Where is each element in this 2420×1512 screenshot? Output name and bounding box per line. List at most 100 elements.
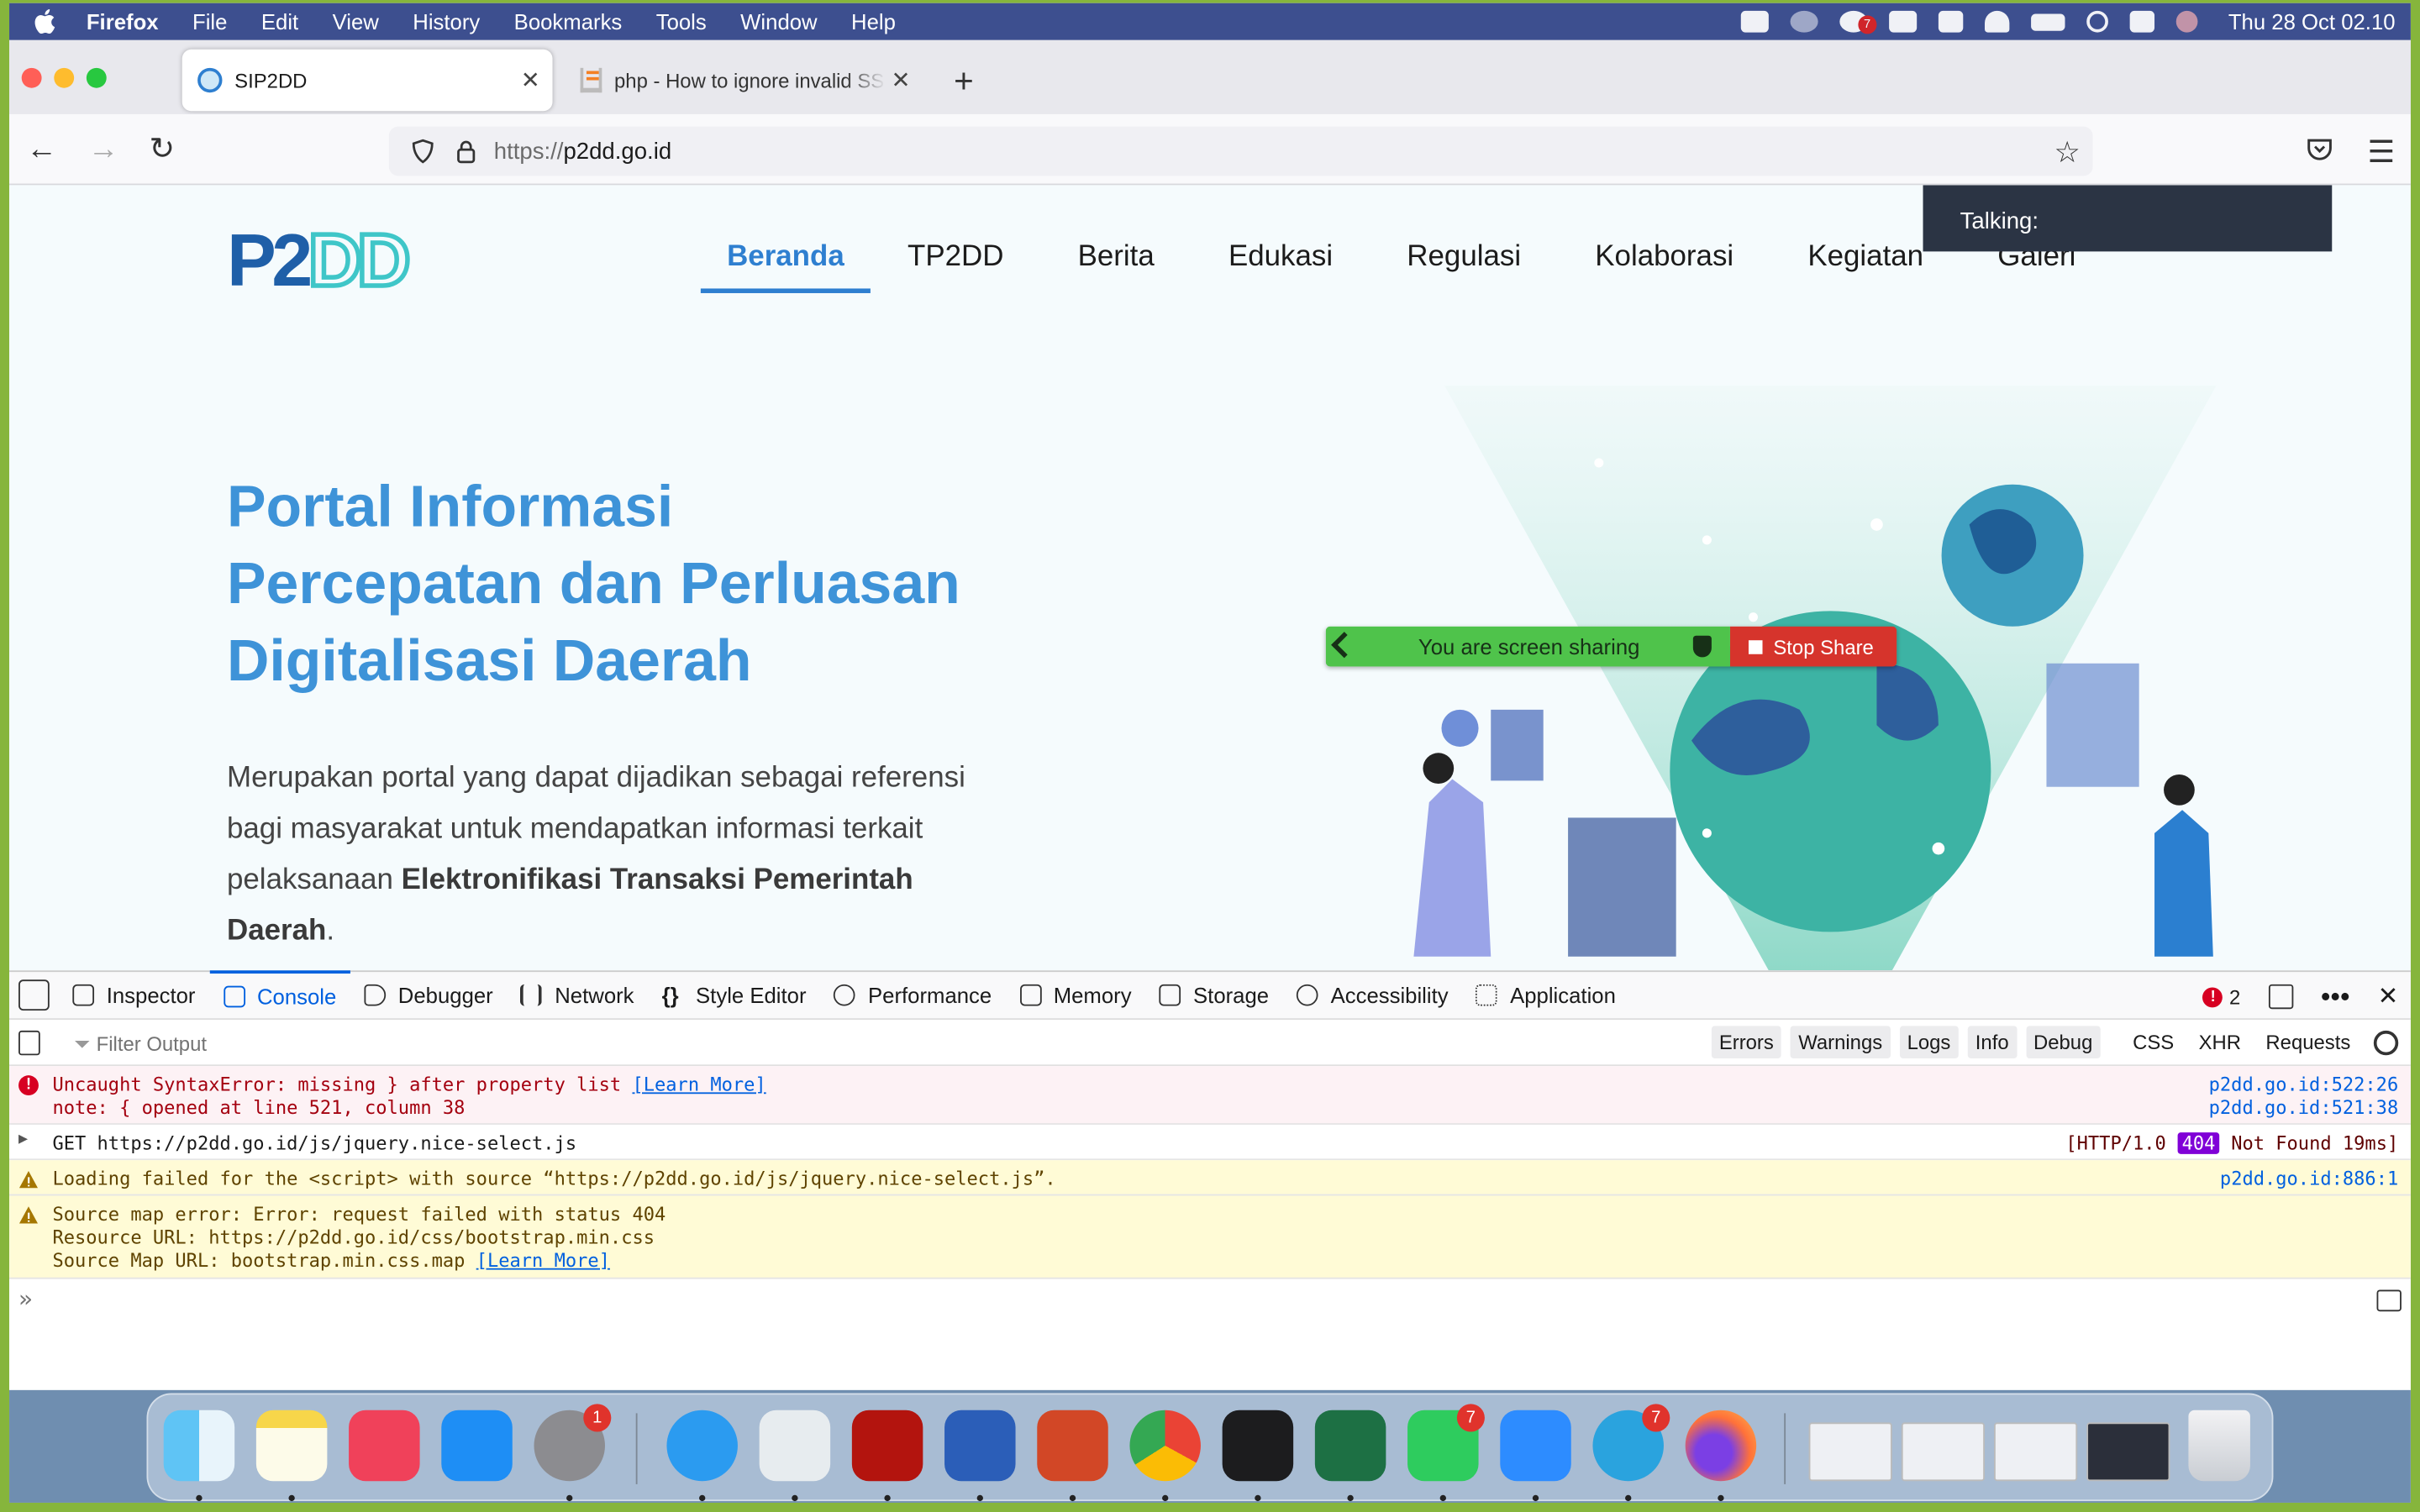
scooter-app-icon[interactable] bbox=[759, 1410, 831, 1482]
stop-share-button[interactable]: Stop Share bbox=[1729, 626, 1897, 667]
learn-more-link[interactable]: [Learn More] bbox=[632, 1074, 765, 1095]
console-settings-gear-icon[interactable] bbox=[2373, 1029, 2399, 1055]
lock-icon[interactable] bbox=[454, 139, 478, 164]
siri-icon[interactable] bbox=[2175, 10, 2198, 33]
terminal-icon[interactable] bbox=[1222, 1410, 1294, 1482]
dock-side-icon[interactable] bbox=[2268, 984, 2293, 1010]
location-1[interactable]: p2dd.go.id:522:26 bbox=[2209, 1074, 2399, 1095]
tab-network[interactable]: Network bbox=[507, 970, 648, 1020]
tab-console[interactable]: Console bbox=[209, 970, 350, 1020]
bookmark-star-icon[interactable]: ☆ bbox=[2054, 136, 2081, 171]
menu-file[interactable]: File bbox=[192, 9, 227, 34]
filter-input[interactable]: ⏷ Filter Output bbox=[74, 1032, 207, 1057]
back-button[interactable]: ← bbox=[24, 133, 58, 166]
minimized-window-thumbnail[interactable] bbox=[1901, 1422, 1985, 1482]
menu-app-name[interactable]: Firefox bbox=[87, 9, 159, 34]
tab-storage[interactable]: Storage bbox=[1145, 970, 1283, 1020]
expand-arrow-icon[interactable]: ▶ bbox=[18, 1131, 39, 1151]
location-2[interactable]: p2dd.go.id:521:38 bbox=[2209, 1097, 2399, 1119]
filter-info[interactable]: Info bbox=[1967, 1026, 2017, 1058]
nav-beranda[interactable]: Beranda bbox=[700, 241, 871, 293]
learn-more-link[interactable]: [Learn More] bbox=[476, 1250, 610, 1272]
volume-icon[interactable] bbox=[1938, 10, 1963, 33]
battery-icon[interactable] bbox=[2030, 13, 2065, 30]
tab-sip2dd[interactable]: SIP2DD ✕ bbox=[182, 49, 553, 112]
tab-debugger[interactable]: Debugger bbox=[350, 970, 507, 1020]
split-console-icon[interactable] bbox=[2376, 1289, 2402, 1312]
reload-button[interactable]: ↻ bbox=[145, 133, 179, 166]
app-menu-icon[interactable]: ☰ bbox=[2367, 133, 2395, 171]
filter-logs[interactable]: Logs bbox=[1899, 1026, 1959, 1058]
menu-edit[interactable]: Edit bbox=[261, 9, 298, 34]
powerpoint-icon[interactable] bbox=[1037, 1410, 1108, 1482]
search-icon[interactable] bbox=[2086, 10, 2108, 33]
tab-memory[interactable]: Memory bbox=[1006, 970, 1145, 1020]
keyboard-icon[interactable] bbox=[1888, 10, 1917, 33]
close-tab-icon[interactable]: ✕ bbox=[521, 66, 540, 94]
menu-bookmarks[interactable]: Bookmarks bbox=[514, 9, 623, 34]
minimize-window-button[interactable] bbox=[54, 67, 75, 88]
element-picker-icon[interactable] bbox=[18, 979, 50, 1011]
tracking-protection-icon[interactable] bbox=[411, 139, 435, 164]
console-message-warning[interactable]: Source map error: Error: request failed … bbox=[9, 1195, 2411, 1279]
tab-stackoverflow[interactable]: php - How to ignore invalid SSL ✕ bbox=[574, 50, 923, 111]
chrome-icon[interactable] bbox=[1129, 1410, 1201, 1482]
tab-inspector[interactable]: Inspector bbox=[59, 970, 209, 1020]
filter-errors[interactable]: Errors bbox=[1711, 1026, 1782, 1058]
finder-icon[interactable] bbox=[163, 1410, 235, 1482]
new-tab-button[interactable]: + bbox=[954, 61, 974, 102]
tab-performance[interactable]: Performance bbox=[820, 970, 1006, 1020]
music-icon[interactable] bbox=[349, 1410, 420, 1482]
nav-kolaborasi[interactable]: Kolaborasi bbox=[1558, 241, 1770, 293]
url-bar[interactable]: https://p2dd.go.id ☆ bbox=[388, 126, 2093, 176]
console-message-error[interactable]: ! Uncaught SyntaxError: missing } after … bbox=[9, 1066, 2411, 1125]
close-tab-icon[interactable]: ✕ bbox=[892, 66, 911, 94]
filter-xhr[interactable]: XHR bbox=[2191, 1026, 2249, 1058]
word-icon[interactable] bbox=[944, 1410, 1016, 1482]
tab-style-editor[interactable]: {} Style Editor bbox=[648, 970, 820, 1020]
console-message-network[interactable]: ▶ GET https://p2dd.go.id/js/jquery.nice-… bbox=[9, 1124, 2411, 1161]
menu-help[interactable]: Help bbox=[851, 9, 896, 34]
menu-window[interactable]: Window bbox=[740, 9, 817, 34]
safari-icon[interactable] bbox=[666, 1410, 738, 1482]
nav-berita[interactable]: Berita bbox=[1041, 241, 1192, 293]
console-message-warning[interactable]: Loading failed for the <script> with sou… bbox=[9, 1160, 2411, 1196]
menu-history[interactable]: History bbox=[413, 9, 480, 34]
error-count[interactable]: ! 2 bbox=[2202, 985, 2240, 1008]
error-location[interactable]: p2dd.go.id:522:26 p2dd.go.id:521:38 bbox=[2209, 1074, 2399, 1120]
console-prompt[interactable]: » bbox=[18, 1285, 33, 1313]
filter-css[interactable]: CSS bbox=[2125, 1026, 2181, 1058]
globe-icon[interactable] bbox=[1790, 10, 1818, 33]
filter-requests[interactable]: Requests bbox=[2258, 1026, 2358, 1058]
filter-debug[interactable]: Debug bbox=[2025, 1026, 2101, 1058]
menu-tools[interactable]: Tools bbox=[656, 9, 707, 34]
close-window-button[interactable] bbox=[21, 67, 42, 88]
minimized-window-thumbnail[interactable] bbox=[1994, 1422, 2078, 1482]
clock[interactable]: Thu 28 Oct 02.10 bbox=[2228, 9, 2396, 34]
notes-icon[interactable] bbox=[255, 1410, 328, 1482]
close-devtools-icon[interactable]: ✕ bbox=[2378, 981, 2399, 1012]
apple-icon[interactable] bbox=[34, 9, 65, 34]
filter-warnings[interactable]: Warnings bbox=[1791, 1026, 1891, 1058]
app-store-icon[interactable] bbox=[441, 1410, 513, 1482]
forward-button[interactable]: → bbox=[87, 133, 120, 166]
menu-view[interactable]: View bbox=[333, 9, 379, 34]
nav-tp2dd[interactable]: TP2DD bbox=[871, 241, 1041, 293]
clear-console-icon[interactable] bbox=[18, 1030, 40, 1056]
tab-application[interactable]: Application bbox=[1462, 970, 1629, 1020]
pocket-icon[interactable] bbox=[2306, 136, 2333, 164]
zoom-video-icon[interactable] bbox=[1740, 10, 1769, 33]
more-options-icon[interactable]: ••• bbox=[2321, 980, 2350, 1013]
trash-icon[interactable] bbox=[2188, 1410, 2250, 1482]
p2dd-logo[interactable]: P2DD bbox=[227, 218, 413, 305]
screen-sharing-indicator[interactable]: You are screen sharing bbox=[1325, 626, 1730, 667]
control-center-icon[interactable] bbox=[2129, 10, 2154, 33]
minimized-window-thumbnail[interactable] bbox=[1808, 1422, 1892, 1482]
url-text[interactable]: https://p2dd.go.id bbox=[494, 138, 671, 164]
zoom-icon[interactable] bbox=[1500, 1410, 1571, 1482]
zoom-window-button[interactable] bbox=[86, 67, 107, 88]
notification-badge-icon[interactable]: 7 bbox=[1839, 10, 1877, 34]
tab-accessibility[interactable]: Accessibility bbox=[1283, 970, 1463, 1020]
nav-edukasi[interactable]: Edukasi bbox=[1192, 241, 1370, 293]
nav-regulasi[interactable]: Regulasi bbox=[1370, 241, 1558, 293]
